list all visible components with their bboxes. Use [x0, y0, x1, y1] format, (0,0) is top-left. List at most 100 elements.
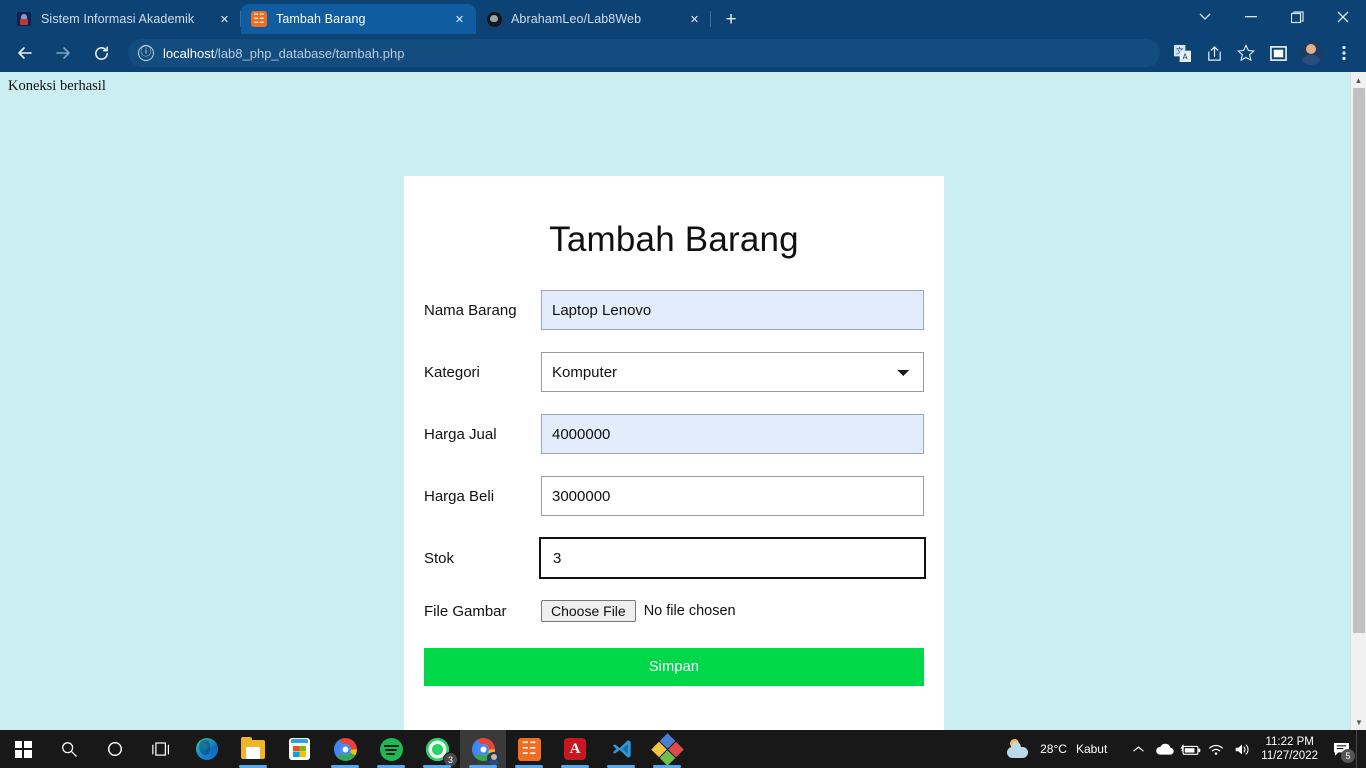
- battery-icon: [1180, 743, 1201, 755]
- weather-widget[interactable]: 28°C Kabut: [1007, 739, 1107, 759]
- harga-jual-input[interactable]: [541, 414, 924, 454]
- mysql-workbench-icon: [650, 732, 684, 766]
- xampp-icon: ☷: [251, 11, 267, 27]
- taskbar-clock[interactable]: 11:22 PM 11/27/2022: [1255, 735, 1326, 763]
- translate-icon[interactable]: 文 A: [1167, 38, 1197, 68]
- minimize-icon[interactable]: [1228, 0, 1274, 34]
- cortana-button[interactable]: [92, 730, 138, 768]
- battery-tray-icon[interactable]: [1177, 730, 1203, 768]
- back-icon[interactable]: [9, 37, 41, 69]
- weather-cloud-moon-icon: [1007, 739, 1031, 759]
- tab-title: AbrahamLeo/Lab8Web: [511, 12, 642, 26]
- forward-icon[interactable]: [47, 37, 79, 69]
- label-harga-beli: Harga Beli: [424, 487, 495, 505]
- vscode-icon: [612, 740, 631, 758]
- cortana-icon: [107, 741, 123, 757]
- label-harga-jual: Harga Jual: [424, 425, 497, 443]
- site-info-icon[interactable]: ⓘ: [138, 45, 154, 61]
- chrome-icon: [333, 737, 357, 761]
- page-scrollbar[interactable]: ▲ ▼: [1350, 72, 1366, 730]
- sidebar-toggle-icon[interactable]: [1263, 38, 1293, 68]
- page-title: Tambah Barang: [549, 220, 799, 259]
- stok-input[interactable]: [539, 537, 926, 579]
- taskbar-item-mysql-workbench[interactable]: [644, 730, 690, 768]
- github-icon: [486, 11, 502, 27]
- tab-title: Sistem Informasi Akademik: [41, 12, 195, 26]
- file-input-wrapper[interactable]: Choose File No file chosen: [541, 600, 736, 622]
- scrollbar-thumb[interactable]: [1353, 88, 1365, 633]
- taskbar-item-chrome-active[interactable]: [460, 730, 506, 768]
- notification-badge: 5: [1341, 749, 1355, 763]
- start-button[interactable]: [0, 730, 46, 768]
- svg-text:A: A: [1182, 52, 1188, 61]
- taskbar-item-chrome[interactable]: [322, 730, 368, 768]
- close-icon[interactable]: ✕: [451, 11, 468, 28]
- tab-abrahamleo-lab8web[interactable]: AbrahamLeo/Lab8Web ✕: [476, 4, 711, 34]
- weather-condition: Kabut: [1075, 742, 1108, 756]
- tab-title: Tambah Barang: [276, 12, 366, 26]
- nama-barang-input[interactable]: [541, 290, 924, 330]
- file-explorer-icon: [241, 736, 265, 759]
- close-window-icon[interactable]: [1320, 0, 1366, 34]
- windows-taskbar: 3 ☷ A 28°C Kabut 11:22 PM 11/27/2022 5: [0, 730, 1366, 768]
- taskbar-item-file-explorer[interactable]: [230, 730, 276, 768]
- tambah-barang-card: Tambah Barang Nama Barang Kategori Kompu…: [404, 176, 944, 730]
- close-icon[interactable]: ✕: [216, 11, 233, 28]
- taskbar-item-edge[interactable]: [184, 730, 230, 768]
- simpan-button[interactable]: Simpan: [424, 648, 924, 686]
- cloud-icon: [1156, 743, 1174, 755]
- notification-center-button[interactable]: 5: [1326, 730, 1356, 768]
- reload-icon[interactable]: [85, 37, 117, 69]
- chevron-up-icon: [1133, 746, 1144, 752]
- acrobat-icon: A: [564, 738, 586, 760]
- url-text: localhost/lab8_php_database/tambah.php: [163, 46, 404, 61]
- volume-icon: [1235, 743, 1249, 755]
- taskbar-item-acrobat[interactable]: A: [552, 730, 598, 768]
- volume-tray-icon[interactable]: [1229, 730, 1255, 768]
- onedrive-tray-icon[interactable]: [1151, 730, 1177, 768]
- chrome-menu-icon[interactable]: [1329, 38, 1359, 68]
- choose-file-button[interactable]: Choose File: [541, 600, 636, 622]
- maximize-icon[interactable]: [1274, 0, 1320, 34]
- profile-avatar[interactable]: [1299, 41, 1323, 65]
- new-tab-button[interactable]: +: [717, 5, 745, 33]
- scroll-up-icon[interactable]: ▲: [1351, 72, 1366, 88]
- taskbar-item-spotify[interactable]: [368, 730, 414, 768]
- label-stok: Stok: [424, 549, 455, 567]
- field-row-nama-barang: Nama Barang: [424, 290, 924, 330]
- close-icon[interactable]: ✕: [686, 11, 703, 28]
- taskbar-search[interactable]: [46, 730, 92, 768]
- tab-search-icon[interactable]: [1182, 0, 1228, 34]
- chrome-profile-avatar: [487, 752, 500, 765]
- label-kategori: Kategori: [424, 363, 480, 381]
- taskbar-apps: 3 ☷ A: [0, 730, 690, 768]
- field-row-stok: Stok: [424, 537, 926, 579]
- field-row-harga-beli: Harga Beli: [424, 476, 924, 516]
- task-view-icon: [151, 741, 169, 756]
- taskbar-item-microsoft-store[interactable]: [276, 730, 322, 768]
- browser-window: Sistem Informasi Akademik ✕ ☷ Tambah Bar…: [0, 0, 1366, 730]
- show-hidden-icons-button[interactable]: [1125, 730, 1151, 768]
- microsoft-store-icon: [288, 738, 310, 760]
- whatsapp-badge: 3: [443, 752, 458, 767]
- sia-icon: [16, 11, 32, 27]
- show-desktop-button[interactable]: [1356, 730, 1362, 768]
- bookmark-star-icon[interactable]: [1231, 38, 1261, 68]
- tab-tambah-barang[interactable]: ☷ Tambah Barang ✕: [241, 4, 476, 34]
- taskbar-item-whatsapp[interactable]: 3: [414, 730, 460, 768]
- address-bar[interactable]: ⓘ localhost/lab8_php_database/tambah.php: [128, 39, 1160, 67]
- weather-temperature: 28°C: [1040, 742, 1067, 756]
- share-icon[interactable]: [1199, 38, 1229, 68]
- task-view-button[interactable]: [138, 730, 184, 768]
- taskbar-item-xampp[interactable]: ☷: [506, 730, 552, 768]
- tab-sistem-informasi-akademik[interactable]: Sistem Informasi Akademik ✕: [6, 4, 241, 34]
- xampp-icon: ☷: [517, 737, 541, 761]
- kategori-select[interactable]: Komputer: [541, 352, 924, 392]
- scroll-down-icon[interactable]: ▼: [1351, 714, 1366, 730]
- url-host: localhost: [163, 45, 215, 61]
- harga-beli-input[interactable]: [541, 476, 924, 516]
- clock-time: 11:22 PM: [1265, 736, 1314, 748]
- window-controls: [1182, 0, 1366, 34]
- taskbar-item-vscode[interactable]: [598, 730, 644, 768]
- network-tray-icon[interactable]: [1203, 730, 1229, 768]
